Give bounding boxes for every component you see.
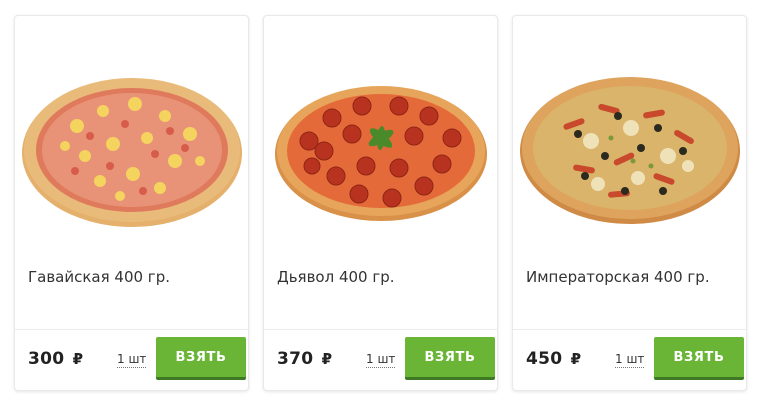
product-card: Гавайская 400 гр. 300 ₽ 1 шт ВЗЯТЬ [14,15,249,391]
product-title[interactable]: Дьявол 400 гр. [277,266,487,288]
product-card: Дьявол 400 гр. 370 ₽ 1 шт ВЗЯТЬ [263,15,498,391]
product-price: 370 ₽ [277,349,333,369]
product-footer: 370 ₽ 1 шт ВЗЯТЬ [264,329,497,390]
product-grid: Гавайская 400 гр. 300 ₽ 1 шт ВЗЯТЬ Дьяво… [14,15,751,391]
product-image-hawaiian[interactable] [15,16,248,256]
quantity-selector[interactable]: 1 шт [615,351,645,368]
product-title[interactable]: Гавайская 400 гр. [28,266,238,288]
product-footer: 450 ₽ 1 шт ВЗЯТЬ [513,329,746,390]
quantity-selector[interactable]: 1 шт [117,351,147,368]
take-button[interactable]: ВЗЯТЬ [405,337,495,380]
take-button[interactable]: ВЗЯТЬ [654,337,744,380]
product-price: 450 ₽ [526,349,582,369]
product-image-imperial[interactable] [513,16,746,256]
product-footer: 300 ₽ 1 шт ВЗЯТЬ [15,329,248,390]
product-title[interactable]: Императорская 400 гр. [526,266,736,288]
product-image-pepperoni[interactable] [264,16,497,256]
currency-symbol: ₽ [321,350,333,368]
product-card: Императорская 400 гр. 450 ₽ 1 шт ВЗЯТЬ [512,15,747,391]
currency-symbol: ₽ [72,350,84,368]
product-price: 300 ₽ [28,349,84,369]
currency-symbol: ₽ [570,350,582,368]
take-button[interactable]: ВЗЯТЬ [156,337,246,380]
quantity-selector[interactable]: 1 шт [366,351,396,368]
